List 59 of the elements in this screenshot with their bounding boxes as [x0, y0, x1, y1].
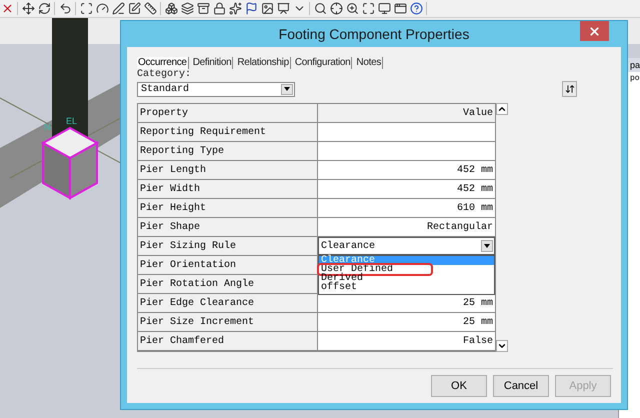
ruler-icon[interactable]: [144, 2, 157, 15]
property-cell: Pier Chamfered: [138, 332, 318, 350]
property-cell: Pier Shape: [138, 218, 318, 236]
close-icon: [588, 24, 601, 38]
tab[interactable]: Occurrence: [137, 57, 189, 69]
layers-icon[interactable]: [181, 2, 194, 15]
sort-button[interactable]: [562, 81, 577, 97]
gauge-icon[interactable]: [96, 2, 109, 15]
search-icon[interactable]: [314, 2, 327, 15]
help-icon[interactable]: [410, 2, 423, 15]
x-icon[interactable]: [1, 2, 14, 15]
rotate-icon[interactable]: [38, 2, 51, 15]
image-icon[interactable]: [261, 2, 274, 15]
crosshair-icon[interactable]: [330, 2, 343, 15]
archive-icon[interactable]: [197, 2, 210, 15]
tab[interactable]: Configuration: [294, 57, 352, 69]
scroll-up-icon[interactable]: [496, 103, 508, 115]
lock-icon[interactable]: [213, 2, 226, 15]
property-cell: Pier Edge Clearance: [138, 294, 318, 312]
category-dropdown[interactable]: Standard: [137, 82, 295, 96]
move-icon[interactable]: [22, 2, 35, 15]
column-header: Property: [138, 104, 318, 122]
zoom-in-icon[interactable]: [346, 2, 359, 15]
sparkles-icon[interactable]: [229, 2, 242, 15]
value-dropdown[interactable]: Clearance: [318, 237, 495, 255]
scan-icon[interactable]: [80, 2, 93, 15]
undo-icon[interactable]: [59, 2, 72, 15]
property-cell: Pier Length: [138, 161, 318, 179]
table-cell-text: po: [629, 73, 640, 85]
maximize-icon[interactable]: [362, 2, 375, 15]
monitor-icon[interactable]: [378, 2, 391, 15]
tab[interactable]: Notes: [355, 57, 384, 69]
property-cell: Pier Rotation Angle: [138, 275, 318, 293]
boxes-icon[interactable]: [165, 2, 178, 15]
property-cell: Reporting Type: [138, 142, 318, 160]
dropdown-option[interactable]: Derived: [319, 274, 494, 283]
tab[interactable]: Relationship: [236, 57, 291, 69]
property-cell: Pier Height: [138, 199, 318, 217]
sort-icon: [564, 84, 574, 94]
dialog-button[interactable]: Cancel: [493, 375, 549, 397]
scrollbar[interactable]: [496, 103, 510, 352]
flag-icon[interactable]: [245, 2, 258, 15]
property-cell: Pier Width: [138, 180, 318, 198]
property-cell: Pier Sizing Rule: [138, 237, 318, 255]
dropdown-option[interactable]: offset: [319, 283, 494, 292]
property-cell: Pier Size Increment: [138, 313, 318, 331]
edit-icon[interactable]: [128, 2, 141, 15]
app-window-icon[interactable]: [394, 2, 407, 15]
property-cell: Pier Orientation: [138, 256, 318, 274]
category-label: Category:: [137, 69, 192, 80]
window-title: Footing Component Properties: [278, 24, 470, 44]
pen-icon[interactable]: [112, 2, 125, 15]
dialog-button[interactable]: OK: [431, 375, 487, 397]
column-header: Value: [318, 104, 495, 122]
property-cell: Reporting Requirement: [138, 123, 318, 141]
presentation-icon[interactable]: [277, 2, 290, 15]
close-button[interactable]: [580, 21, 609, 41]
scroll-down-icon[interactable]: [496, 340, 508, 352]
tab[interactable]: Definition: [192, 57, 234, 69]
